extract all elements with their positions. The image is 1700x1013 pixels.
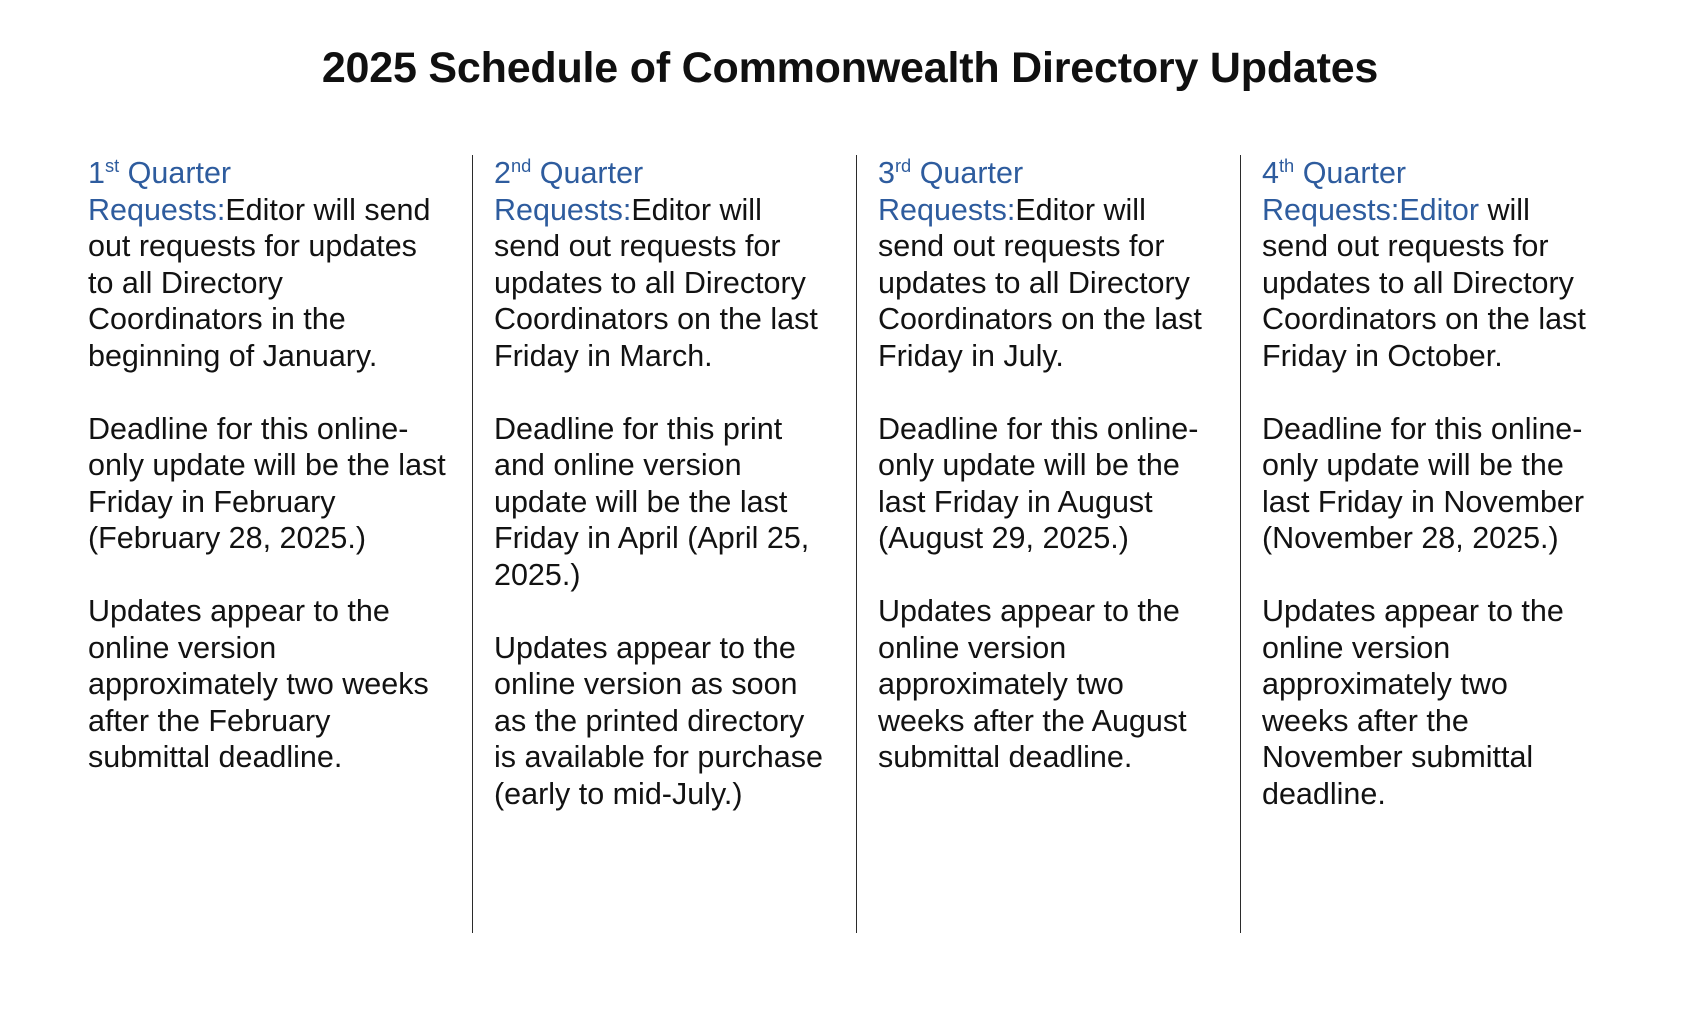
- page-title: 2025 Schedule of Commonwealth Directory …: [321, 44, 1379, 92]
- quarter-column-2: 2nd Quarter Requests:Editor will send ou…: [472, 155, 856, 933]
- quarter-1-updates-paragraph: Updates appear to the online version app…: [88, 594, 429, 774]
- quarter-column-1: 1st Quarter Requests:Editor will send ou…: [88, 155, 472, 933]
- quarter-3-heading-ordinal: rd: [894, 154, 912, 176]
- quarter-1-lead-word: Editor: [225, 192, 306, 227]
- quarter-2-heading-number: 2: [494, 156, 511, 190]
- quarter-2-heading: 2nd Quarter Requests:: [494, 156, 643, 227]
- quarter-4-requests-paragraph: 4th Quarter Requests:Editor will send ou…: [1262, 155, 1598, 374]
- quarter-1-requests-paragraph: 1st Quarter Requests:Editor will send ou…: [88, 155, 446, 374]
- quarter-column-3: 3rd Quarter Requests:Editor will send ou…: [856, 155, 1240, 933]
- quarter-4-heading-number: 4: [1262, 156, 1279, 190]
- quarter-column-4: 4th Quarter Requests:Editor will send ou…: [1240, 155, 1624, 933]
- quarter-1-deadline-paragraph: Deadline for this online-only update wil…: [88, 411, 446, 556]
- quarter-4-heading-ordinal: th: [1278, 154, 1295, 176]
- quarter-4-deadline-paragraph: Deadline for this online-only update wil…: [1262, 411, 1585, 556]
- document-page: 2025 Schedule of Commonwealth Directory …: [0, 0, 1700, 1013]
- quarter-2-lead-word: Editor: [631, 192, 712, 227]
- quarter-4-heading: 4th Quarter Requests:: [1262, 156, 1406, 227]
- quarter-3-heading: 3rd Quarter Requests:: [878, 156, 1023, 227]
- quarter-3-lead-word: Editor: [1015, 192, 1096, 227]
- quarter-2-heading-ordinal: nd: [510, 154, 532, 176]
- quarter-1-heading-number: 1: [88, 156, 105, 190]
- quarter-4-updates-paragraph: Updates appear to the online version app…: [1262, 594, 1564, 811]
- quarter-3-heading-number: 3: [878, 156, 895, 190]
- quarter-columns-container: 1st Quarter Requests:Editor will send ou…: [88, 155, 1624, 933]
- quarter-1-heading: 1st Quarter Requests:: [88, 156, 231, 227]
- quarter-3-deadline-paragraph: Deadline for this online-only update wil…: [878, 411, 1199, 556]
- quarter-3-requests-paragraph: 3rd Quarter Requests:Editor will send ou…: [878, 155, 1214, 374]
- quarter-4-lead-word: Editor: [1399, 192, 1480, 227]
- quarter-2-requests-paragraph: 2nd Quarter Requests:Editor will send ou…: [494, 155, 830, 374]
- quarter-1-heading-ordinal: st: [104, 154, 120, 176]
- quarter-2-updates-paragraph: Updates appear to the online version as …: [494, 630, 823, 811]
- quarter-2-deadline-paragraph: Deadline for this print and online versi…: [494, 411, 810, 592]
- quarter-3-updates-paragraph: Updates appear to the online version app…: [878, 594, 1187, 774]
